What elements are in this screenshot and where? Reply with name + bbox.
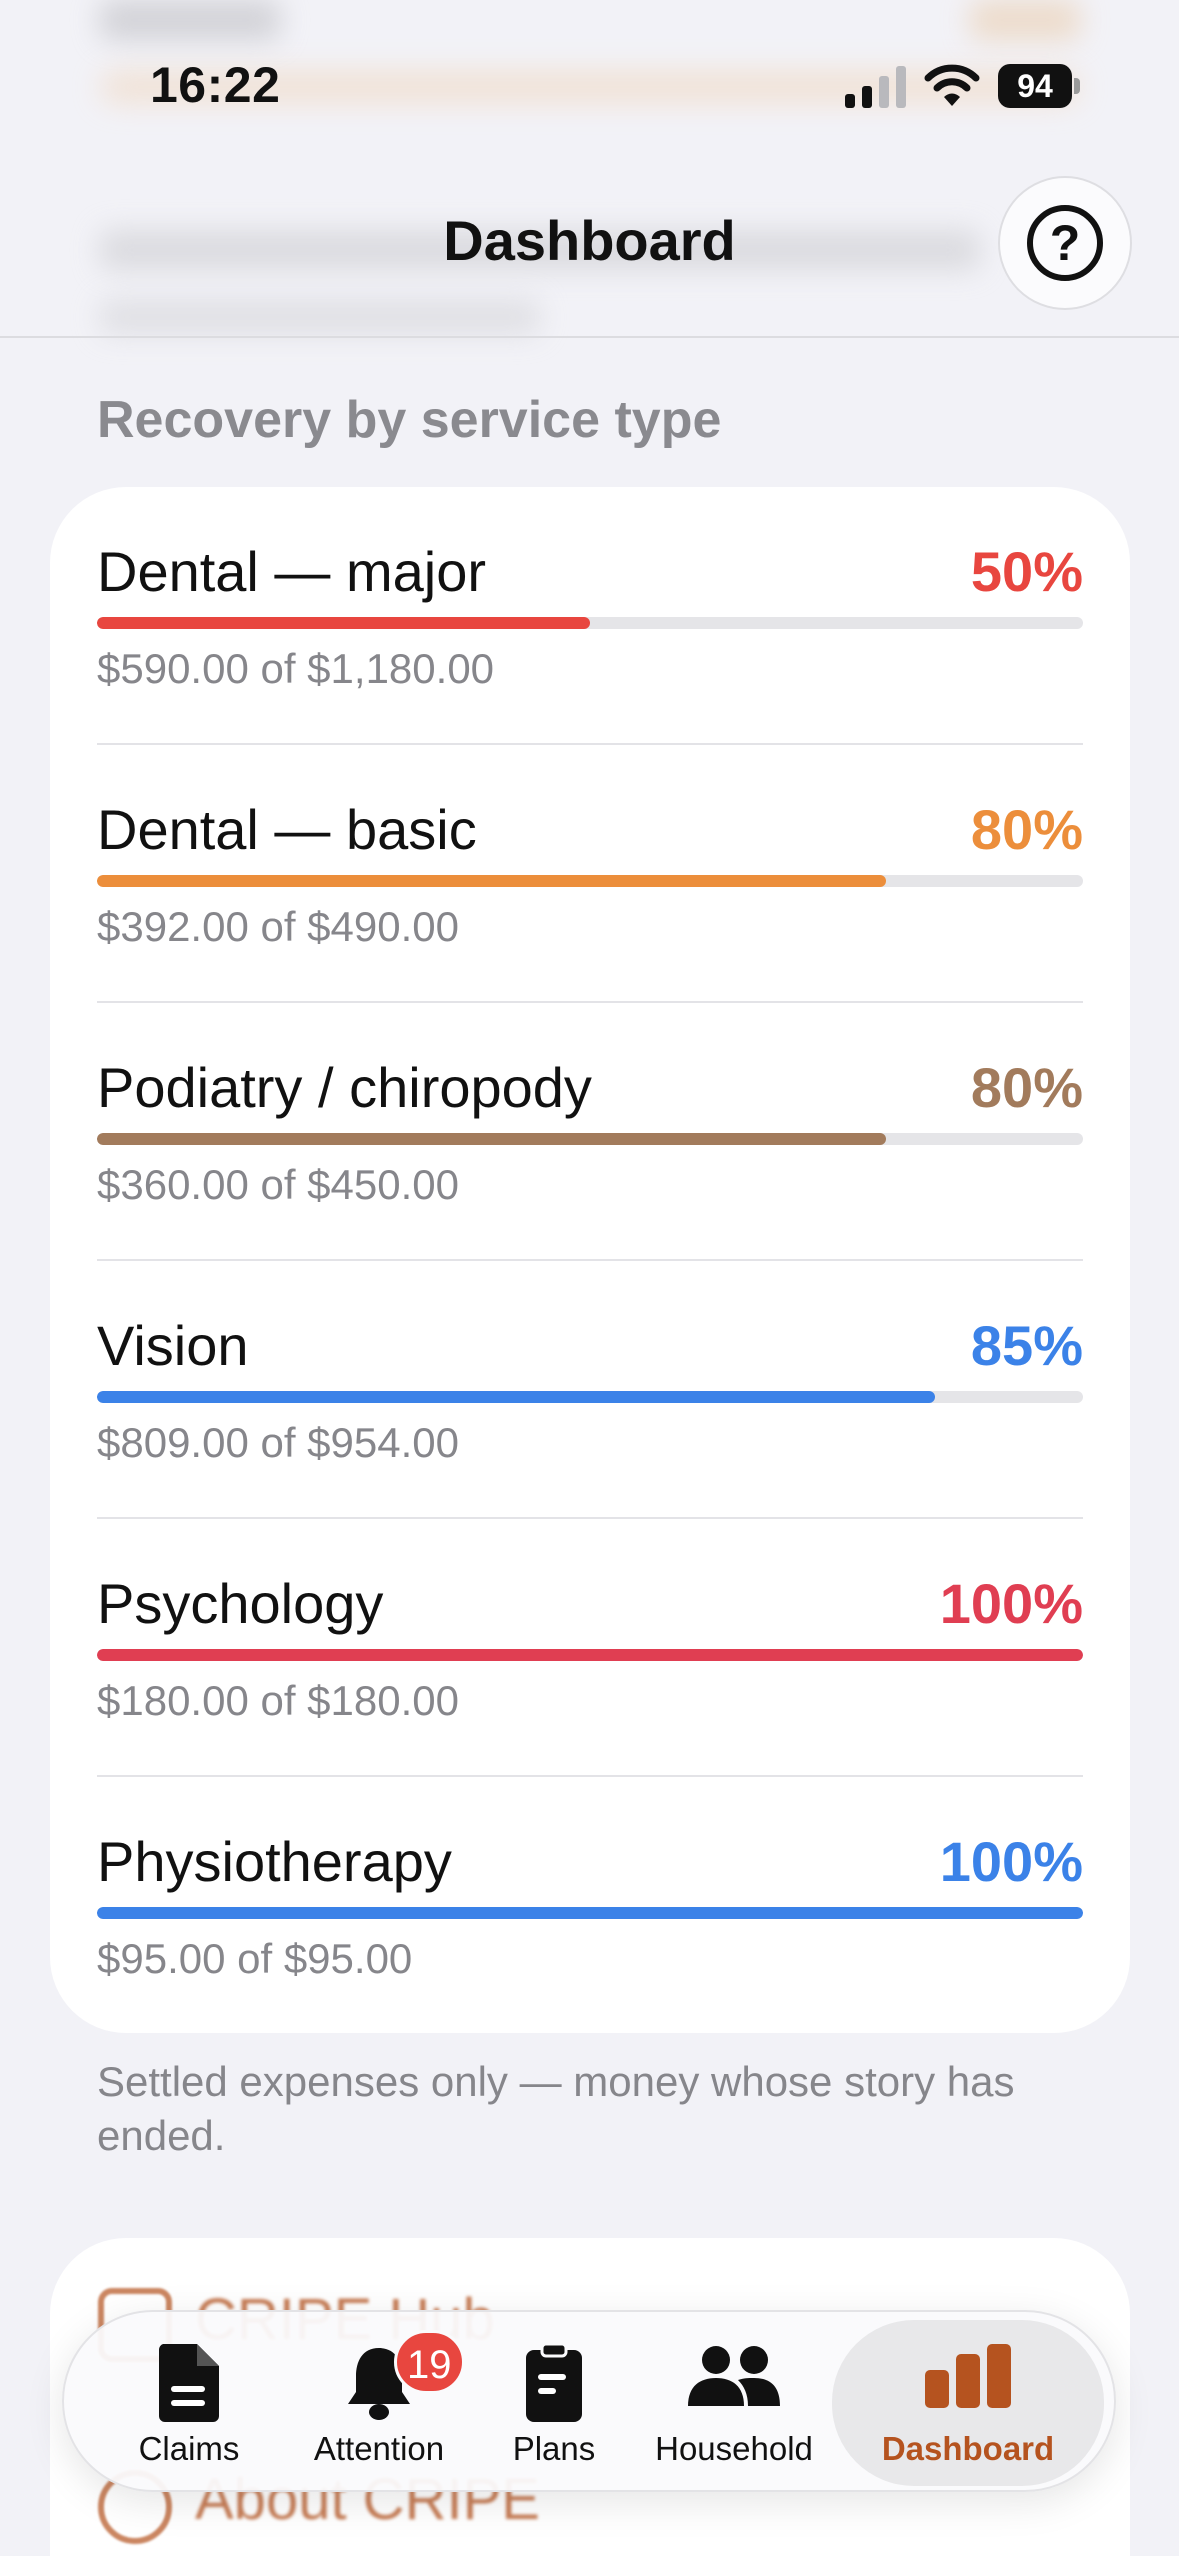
section-title: Recovery by service type <box>97 391 722 449</box>
service-amount: $180.00 of $180.00 <box>97 1677 460 1724</box>
progress-fill <box>97 1391 936 1403</box>
battery-icon: 94 <box>998 64 1080 108</box>
progress-fill <box>97 1907 1083 1919</box>
footnote: Settled expenses only — money whose stor… <box>97 2058 1015 2159</box>
service-row: Psychology 100% $180.00 of $180.00 <box>97 1519 1083 1777</box>
service-name: Podiatry / chiropody <box>97 1056 592 1119</box>
service-name: Vision <box>97 1314 249 1377</box>
progress-fill <box>97 1133 886 1145</box>
tab-dashboard[interactable]: Dashboard <box>832 2320 1104 2486</box>
tab-bar: Claims 19 Attention Plans Household Dash… <box>62 2310 1116 2492</box>
service-amount: $392.00 of $490.00 <box>97 903 460 950</box>
service-percent: 100% <box>939 1830 1083 1893</box>
status-time: 16:22 <box>150 57 281 113</box>
service-row: Podiatry / chiropody 80% $360.00 of $450… <box>97 1003 1083 1261</box>
help-button[interactable]: ? <box>998 176 1132 310</box>
progress-track <box>97 875 1083 887</box>
battery-level: 94 <box>998 64 1072 108</box>
clipboard-icon <box>526 2344 582 2422</box>
document-icon <box>158 2344 219 2422</box>
notification-badge: 19 <box>394 2330 465 2394</box>
service-amount: $590.00 of $1,180.00 <box>97 645 495 692</box>
service-percent: 80% <box>970 1056 1083 1119</box>
tab-claims[interactable]: Claims <box>104 2312 274 2494</box>
tab-label: Dashboard <box>881 2430 1055 2467</box>
people-icon <box>688 2346 780 2406</box>
tab-household[interactable]: Household <box>634 2312 834 2494</box>
service-name: Dental — basic <box>97 798 477 861</box>
service-amount: $809.00 of $954.00 <box>97 1419 460 1466</box>
recovery-card: Dental — major 50% $590.00 of $1,180.00 … <box>50 487 1130 2033</box>
tab-plans[interactable]: Plans <box>484 2312 624 2494</box>
tab-label: Household <box>655 2430 813 2467</box>
cellular-signal-icon <box>845 66 906 108</box>
tab-label: Claims <box>138 2430 240 2467</box>
tab-label: Plans <box>512 2430 596 2467</box>
progress-track <box>97 1391 1083 1403</box>
progress-track <box>97 1649 1083 1661</box>
service-name: Physiotherapy <box>97 1830 452 1893</box>
progress-fill <box>97 1649 1083 1661</box>
service-amount: $360.00 of $450.00 <box>97 1161 460 1208</box>
progress-track <box>97 1907 1083 1919</box>
question-icon: ? <box>1027 205 1103 281</box>
bar-chart-icon <box>925 2344 1011 2408</box>
tab-attention[interactable]: 19 Attention <box>284 2312 474 2494</box>
service-row: Physiotherapy 100% $95.00 of $95.00 <box>97 1777 1083 2035</box>
progress-fill <box>97 617 590 629</box>
service-name: Psychology <box>97 1572 384 1635</box>
service-row: Dental — basic 80% $392.00 of $490.00 <box>97 745 1083 1003</box>
service-row: Vision 85% $809.00 of $954.00 <box>97 1261 1083 1519</box>
service-name: Dental — major <box>97 540 487 603</box>
service-percent: 100% <box>939 1572 1083 1635</box>
service-percent: 85% <box>970 1314 1083 1377</box>
progress-fill <box>97 875 886 887</box>
service-amount: $95.00 of $95.00 <box>97 1935 413 1982</box>
service-row: Dental — major 50% $590.00 of $1,180.00 <box>97 487 1083 745</box>
service-percent: 50% <box>970 540 1083 603</box>
wifi-icon <box>924 64 980 106</box>
status-bar: 16:22 94 <box>0 0 1179 170</box>
tab-label: Attention <box>313 2430 445 2467</box>
service-percent: 80% <box>970 798 1083 861</box>
progress-track <box>97 1133 1083 1145</box>
progress-track <box>97 617 1083 629</box>
